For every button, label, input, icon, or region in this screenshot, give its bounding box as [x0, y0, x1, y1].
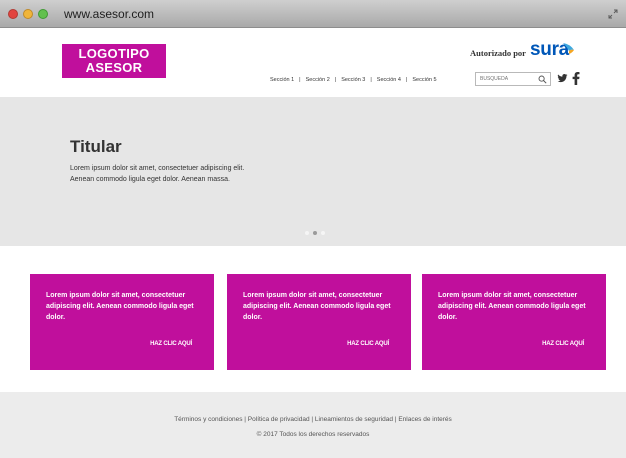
nav-item-seccion-5[interactable]: Sección 5 — [412, 77, 436, 83]
search-icon[interactable] — [538, 75, 547, 84]
main-nav: Sección 1 | Sección 2 | Sección 3 | Secc… — [270, 75, 437, 85]
nav-separator: | — [334, 77, 337, 83]
search-box — [475, 72, 551, 86]
nav-separator: | — [405, 77, 408, 83]
footer-copyright: © 2017 Todos los derechos reservados — [256, 431, 370, 438]
footer-separator: | — [394, 416, 397, 423]
browser-titlebar: www.asesor.com — [0, 0, 626, 28]
nav-separator: | — [370, 77, 372, 83]
slider-dot-1[interactable] — [305, 231, 309, 235]
card-cta-button[interactable]: HAZ CLIC AQUÍ — [347, 341, 389, 347]
footer-link-enlaces[interactable]: Enlaces de interés — [398, 416, 451, 423]
fullscreen-icon[interactable] — [608, 9, 618, 19]
promo-card-2: Lorem ipsum dolor sit amet, consectetuer… — [227, 274, 411, 370]
nav-item-seccion-3[interactable]: Sección 3 — [341, 77, 365, 83]
slider-dot-2[interactable] — [313, 231, 317, 235]
slider-pagination — [305, 231, 325, 235]
card-text: Lorem ipsum dolor sit amet, consectetuer… — [438, 292, 586, 321]
logo-line1: LOGOTIPO — [78, 46, 150, 61]
nav-separator: | — [299, 77, 301, 83]
nav-item-seccion-1[interactable]: Sección 1 — [270, 77, 294, 83]
card-text: Lorem ipsum dolor sit amet, consectetuer… — [243, 292, 391, 321]
nav-item-seccion-2[interactable]: Sección 2 — [306, 77, 330, 83]
sura-logo-icon — [563, 43, 574, 54]
hero-banner: Titular Lorem ipsum dolor sit amet, cons… — [0, 97, 626, 246]
card-cta-button[interactable]: HAZ CLIC AQUÍ — [542, 341, 584, 347]
footer-separator: | — [311, 416, 314, 423]
twitter-icon[interactable] — [557, 73, 568, 84]
site-logo[interactable]: LOGOTIPO ASESOR — [62, 44, 166, 78]
logo-line2: ASESOR — [85, 60, 143, 75]
promo-card-1: Lorem ipsum dolor sit amet, consectetuer… — [30, 274, 214, 370]
slider-dot-3[interactable] — [321, 231, 325, 235]
browser-url[interactable]: www.asesor.com — [64, 6, 154, 22]
maximize-window-icon[interactable] — [38, 9, 48, 19]
footer-link-privacidad[interactable]: Política de privacidad — [248, 416, 310, 423]
footer-separator: | — [244, 416, 246, 423]
promo-card-3: Lorem ipsum dolor sit amet, consectetuer… — [422, 274, 606, 370]
footer-link-seguridad[interactable]: Lineamientos de seguridad — [315, 416, 393, 423]
minimize-window-icon[interactable] — [23, 9, 33, 19]
hero-body: Lorem ipsum dolor sit amet, consectetuer… — [70, 165, 245, 183]
facebook-icon[interactable] — [572, 72, 580, 85]
card-cta-button[interactable]: HAZ CLIC AQUÍ — [150, 341, 192, 347]
site-footer: Términos y condiciones | Política de pri… — [0, 392, 626, 458]
footer-links: Términos y condiciones | Política de pri… — [0, 416, 626, 423]
nav-item-seccion-4[interactable]: Sección 4 — [377, 77, 401, 83]
card-text: Lorem ipsum dolor sit amet, consectetuer… — [46, 292, 194, 321]
footer-link-terminos[interactable]: Términos y condiciones — [174, 416, 242, 423]
authorized-label: Autorizado por — [470, 48, 526, 58]
close-window-icon[interactable] — [8, 9, 18, 19]
hero-title: Titular — [70, 137, 122, 156]
search-input[interactable] — [480, 74, 532, 84]
